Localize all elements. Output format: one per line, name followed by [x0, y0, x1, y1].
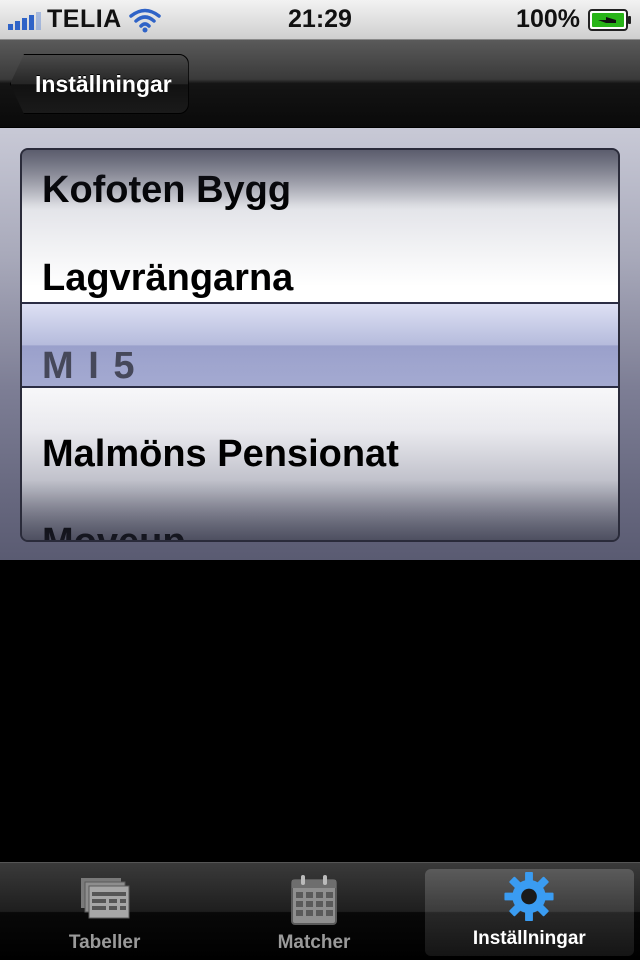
tab-tabeller[interactable]: Tabeller	[0, 863, 209, 960]
picker-row-lagvrangarna[interactable]: Lagvrängarna	[42, 234, 602, 322]
tab-installningar-label: Inställningar	[472, 928, 586, 949]
battery-charging-icon	[588, 8, 631, 31]
tab-bar: Tabeller Matcher Inställningar	[0, 862, 640, 960]
picker-area: Kofoten Bygg Lagvrängarna M I 5 Malmöns …	[0, 128, 640, 560]
carrier-name: TELIA	[47, 5, 122, 33]
picker-view[interactable]: Kofoten Bygg Lagvrängarna M I 5 Malmöns …	[20, 148, 620, 542]
tab-tabeller-label: Tabeller	[68, 932, 141, 953]
back-button-label: Inställningar	[35, 70, 172, 97]
picker-row-malmons-pensionat[interactable]: Malmöns Pensionat	[42, 410, 602, 498]
status-bar: TELIA 21:29 100%	[0, 0, 640, 40]
status-left: TELIA	[8, 5, 162, 34]
status-right: 100%	[516, 5, 632, 34]
picker-row-moveup[interactable]: Moveup	[42, 498, 602, 541]
gear-icon	[504, 871, 554, 922]
picker-row-kofoten-bygg[interactable]: Kofoten Bygg	[42, 150, 602, 234]
picker-wheel[interactable]: Kofoten Bygg Lagvrängarna M I 5 Malmöns …	[22, 150, 618, 540]
tab-installningar[interactable]: Inställningar	[424, 869, 634, 956]
tab-matcher-label: Matcher	[277, 932, 351, 953]
picker-row-mi5-selected[interactable]: M I 5	[42, 322, 602, 410]
back-button[interactable]: Inställningar	[10, 54, 189, 114]
wifi-icon	[128, 8, 161, 32]
battery-percent: 100%	[516, 5, 580, 33]
tab-matcher[interactable]: Matcher	[209, 863, 418, 960]
navigation-bar: Inställningar	[0, 40, 640, 128]
tables-icon	[80, 878, 130, 919]
signal-bars-icon	[8, 10, 41, 30]
calendar-icon	[290, 875, 337, 925]
